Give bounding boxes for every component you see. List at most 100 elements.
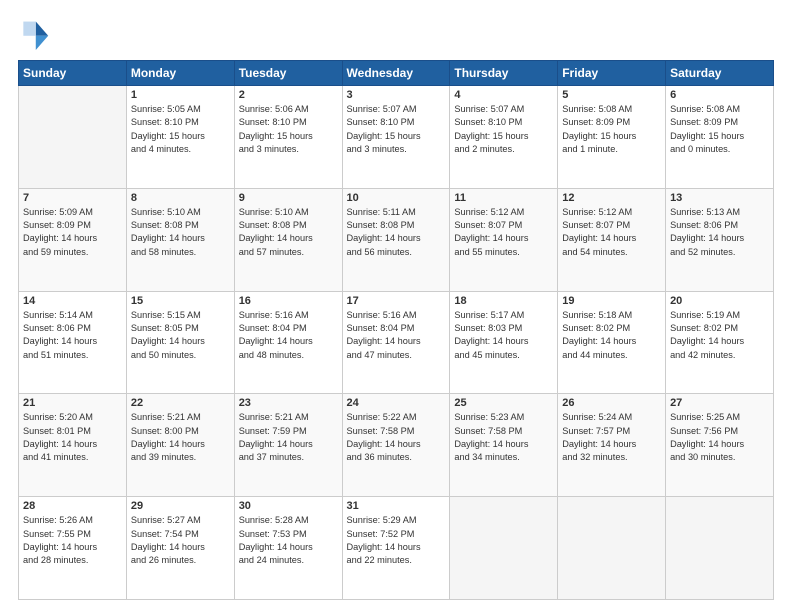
day-info: Sunrise: 5:08 AMSunset: 8:09 PMDaylight:… xyxy=(670,103,769,156)
calendar-cell: 26 Sunrise: 5:24 AMSunset: 7:57 PMDayligh… xyxy=(558,394,666,497)
calendar-cell: 1 Sunrise: 5:05 AMSunset: 8:10 PMDaylight… xyxy=(126,86,234,189)
day-info: Sunrise: 5:29 AMSunset: 7:52 PMDaylight:… xyxy=(347,514,446,567)
day-info: Sunrise: 5:14 AMSunset: 8:06 PMDaylight:… xyxy=(23,309,122,362)
day-number: 29 xyxy=(131,500,230,512)
day-info: Sunrise: 5:17 AMSunset: 8:03 PMDaylight:… xyxy=(454,309,553,362)
calendar-table: SundayMondayTuesdayWednesdayThursdayFrid… xyxy=(18,60,774,600)
calendar-cell: 31Sunrise: 5:29 AMSunset: 7:52 PMDayligh… xyxy=(342,497,450,600)
calendar-cell: 6 Sunrise: 5:08 AMSunset: 8:09 PMDaylight… xyxy=(666,86,774,189)
day-info: Sunrise: 5:18 AMSunset: 8:02 PMDaylight:… xyxy=(562,309,661,362)
day-info: Sunrise: 5:22 AMSunset: 7:58 PMDaylight:… xyxy=(347,411,446,464)
logo xyxy=(18,18,54,50)
calendar-cell xyxy=(558,497,666,600)
day-number: 20 xyxy=(670,295,769,307)
calendar-col-header: Sunday xyxy=(19,61,127,86)
calendar-cell: 5 Sunrise: 5:08 AMSunset: 8:09 PMDaylight… xyxy=(558,86,666,189)
day-number: 27 xyxy=(670,397,769,409)
calendar-cell: 20 Sunrise: 5:19 AMSunset: 8:02 PMDayligh… xyxy=(666,291,774,394)
calendar-cell xyxy=(450,497,558,600)
calendar-row: 21Sunrise: 5:20 AMSunset: 8:01 PMDayligh… xyxy=(19,394,774,497)
day-info: Sunrise: 5:24 AMSunset: 7:57 PMDaylight:… xyxy=(562,411,661,464)
logo-icon xyxy=(18,18,50,50)
calendar-row: 1 Sunrise: 5:05 AMSunset: 8:10 PMDaylight… xyxy=(19,86,774,189)
calendar-cell xyxy=(666,497,774,600)
calendar-col-header: Tuesday xyxy=(234,61,342,86)
calendar-cell: 7 Sunrise: 5:09 AMSunset: 8:09 PMDaylight… xyxy=(19,188,127,291)
calendar-col-header: Thursday xyxy=(450,61,558,86)
day-number: 6 xyxy=(670,89,769,101)
day-number: 28 xyxy=(23,500,122,512)
day-number: 19 xyxy=(562,295,661,307)
calendar-cell: 15 Sunrise: 5:15 AMSunset: 8:05 PMDayligh… xyxy=(126,291,234,394)
day-number: 25 xyxy=(454,397,553,409)
day-number: 13 xyxy=(670,192,769,204)
day-number: 23 xyxy=(239,397,338,409)
day-info: Sunrise: 5:16 AMSunset: 8:04 PMDaylight:… xyxy=(239,309,338,362)
calendar-cell: 17 Sunrise: 5:16 AMSunset: 8:04 PMDayligh… xyxy=(342,291,450,394)
calendar-cell: 12 Sunrise: 5:12 AMSunset: 8:07 PMDayligh… xyxy=(558,188,666,291)
day-number: 26 xyxy=(562,397,661,409)
calendar-cell: 11 Sunrise: 5:12 AMSunset: 8:07 PMDayligh… xyxy=(450,188,558,291)
calendar-cell: 18 Sunrise: 5:17 AMSunset: 8:03 PMDayligh… xyxy=(450,291,558,394)
calendar-cell: 2 Sunrise: 5:06 AMSunset: 8:10 PMDaylight… xyxy=(234,86,342,189)
day-info: Sunrise: 5:27 AMSunset: 7:54 PMDaylight:… xyxy=(131,514,230,567)
day-info: Sunrise: 5:11 AMSunset: 8:08 PMDaylight:… xyxy=(347,206,446,259)
day-info: Sunrise: 5:08 AMSunset: 8:09 PMDaylight:… xyxy=(562,103,661,156)
day-number: 10 xyxy=(347,192,446,204)
calendar-row: 7 Sunrise: 5:09 AMSunset: 8:09 PMDaylight… xyxy=(19,188,774,291)
day-info: Sunrise: 5:13 AMSunset: 8:06 PMDaylight:… xyxy=(670,206,769,259)
day-number: 11 xyxy=(454,192,553,204)
day-info: Sunrise: 5:10 AMSunset: 8:08 PMDaylight:… xyxy=(131,206,230,259)
day-number: 2 xyxy=(239,89,338,101)
day-number: 15 xyxy=(131,295,230,307)
day-number: 24 xyxy=(347,397,446,409)
day-info: Sunrise: 5:21 AMSunset: 8:00 PMDaylight:… xyxy=(131,411,230,464)
calendar-row: 28Sunrise: 5:26 AMSunset: 7:55 PMDayligh… xyxy=(19,497,774,600)
day-info: Sunrise: 5:05 AMSunset: 8:10 PMDaylight:… xyxy=(131,103,230,156)
day-number: 7 xyxy=(23,192,122,204)
day-info: Sunrise: 5:19 AMSunset: 8:02 PMDaylight:… xyxy=(670,309,769,362)
calendar-cell: 4 Sunrise: 5:07 AMSunset: 8:10 PMDaylight… xyxy=(450,86,558,189)
calendar-cell: 24 Sunrise: 5:22 AMSunset: 7:58 PMDayligh… xyxy=(342,394,450,497)
day-number: 18 xyxy=(454,295,553,307)
day-number: 12 xyxy=(562,192,661,204)
day-number: 16 xyxy=(239,295,338,307)
calendar-cell: 13 Sunrise: 5:13 AMSunset: 8:06 PMDayligh… xyxy=(666,188,774,291)
calendar-col-header: Friday xyxy=(558,61,666,86)
page: SundayMondayTuesdayWednesdayThursdayFrid… xyxy=(0,0,792,612)
day-number: 8 xyxy=(131,192,230,204)
day-number: 9 xyxy=(239,192,338,204)
day-info: Sunrise: 5:25 AMSunset: 7:56 PMDaylight:… xyxy=(670,411,769,464)
day-number: 17 xyxy=(347,295,446,307)
header xyxy=(18,18,774,50)
day-number: 21 xyxy=(23,397,122,409)
calendar-cell: 8 Sunrise: 5:10 AMSunset: 8:08 PMDaylight… xyxy=(126,188,234,291)
day-number: 14 xyxy=(23,295,122,307)
calendar-cell: 9Sunrise: 5:10 AMSunset: 8:08 PMDaylight… xyxy=(234,188,342,291)
calendar-cell: 30Sunrise: 5:28 AMSunset: 7:53 PMDayligh… xyxy=(234,497,342,600)
calendar-cell: 10 Sunrise: 5:11 AMSunset: 8:08 PMDayligh… xyxy=(342,188,450,291)
day-number: 30 xyxy=(239,500,338,512)
day-info: Sunrise: 5:07 AMSunset: 8:10 PMDaylight:… xyxy=(454,103,553,156)
day-info: Sunrise: 5:12 AMSunset: 8:07 PMDaylight:… xyxy=(562,206,661,259)
calendar-cell: 3Sunrise: 5:07 AMSunset: 8:10 PMDaylight… xyxy=(342,86,450,189)
calendar-cell: 29 Sunrise: 5:27 AMSunset: 7:54 PMDayligh… xyxy=(126,497,234,600)
day-info: Sunrise: 5:06 AMSunset: 8:10 PMDaylight:… xyxy=(239,103,338,156)
day-info: Sunrise: 5:15 AMSunset: 8:05 PMDaylight:… xyxy=(131,309,230,362)
calendar-cell: 16 Sunrise: 5:16 AMSunset: 8:04 PMDayligh… xyxy=(234,291,342,394)
day-info: Sunrise: 5:09 AMSunset: 8:09 PMDaylight:… xyxy=(23,206,122,259)
day-info: Sunrise: 5:07 AMSunset: 8:10 PMDaylight:… xyxy=(347,103,446,156)
day-info: Sunrise: 5:12 AMSunset: 8:07 PMDaylight:… xyxy=(454,206,553,259)
calendar-cell: 27 Sunrise: 5:25 AMSunset: 7:56 PMDayligh… xyxy=(666,394,774,497)
calendar-row: 14 Sunrise: 5:14 AMSunset: 8:06 PMDayligh… xyxy=(19,291,774,394)
calendar-cell: 23 Sunrise: 5:21 AMSunset: 7:59 PMDayligh… xyxy=(234,394,342,497)
day-number: 4 xyxy=(454,89,553,101)
calendar-cell: 22Sunrise: 5:21 AMSunset: 8:00 PMDayligh… xyxy=(126,394,234,497)
day-info: Sunrise: 5:21 AMSunset: 7:59 PMDaylight:… xyxy=(239,411,338,464)
day-info: Sunrise: 5:16 AMSunset: 8:04 PMDaylight:… xyxy=(347,309,446,362)
day-number: 5 xyxy=(562,89,661,101)
calendar-cell: 21Sunrise: 5:20 AMSunset: 8:01 PMDayligh… xyxy=(19,394,127,497)
day-info: Sunrise: 5:23 AMSunset: 7:58 PMDaylight:… xyxy=(454,411,553,464)
day-number: 1 xyxy=(131,89,230,101)
calendar-cell: 19 Sunrise: 5:18 AMSunset: 8:02 PMDayligh… xyxy=(558,291,666,394)
